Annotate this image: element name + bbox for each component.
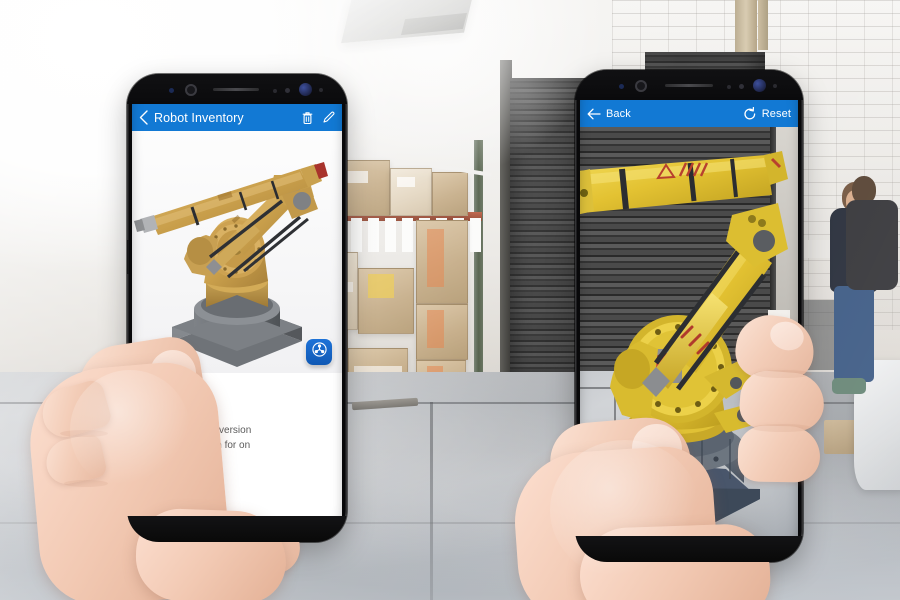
proximity-sensor-icon bbox=[619, 84, 624, 89]
ar-cube-icon bbox=[311, 342, 327, 362]
cardboard-box bbox=[416, 220, 468, 304]
phone-right-bottom-bezel bbox=[575, 536, 803, 562]
camera-icon bbox=[678, 516, 700, 536]
ar-camera-view[interactable] bbox=[580, 127, 798, 536]
sensor-dot-icon bbox=[739, 84, 744, 89]
sensor-dot-icon bbox=[727, 85, 731, 89]
reset-label[interactable]: Reset bbox=[762, 108, 791, 120]
page-title: Robot Inventory bbox=[154, 110, 244, 125]
overview-description: This is the latest version of the roboti… bbox=[144, 425, 252, 466]
arrow-left-icon[interactable] bbox=[587, 108, 601, 120]
volume-button[interactable] bbox=[127, 240, 129, 274]
chevron-left-icon[interactable] bbox=[139, 110, 148, 125]
sensor-dot-icon bbox=[773, 84, 777, 88]
phone-right-top-bezel bbox=[575, 70, 803, 100]
ceiling-beam-secondary bbox=[758, 0, 768, 50]
front-camera-icon bbox=[753, 79, 766, 92]
proximity-sensor-icon bbox=[169, 88, 174, 93]
earpiece-speaker bbox=[213, 88, 259, 91]
yellow-carton bbox=[368, 274, 394, 298]
product-title: k VII bbox=[144, 381, 168, 393]
earpiece-speaker bbox=[665, 84, 713, 87]
phone-left-top-bezel bbox=[127, 74, 347, 104]
front-camera-icon bbox=[299, 83, 312, 96]
ar-placed-robot-arm bbox=[580, 151, 792, 531]
industrial-robot-arm-model bbox=[134, 162, 328, 367]
pencil-icon[interactable] bbox=[322, 111, 335, 124]
phone-right[interactable]: Back Reset bbox=[575, 70, 803, 562]
background-person-back bbox=[846, 176, 900, 356]
phone-left[interactable]: Robot Inventory k VII Overview This is t… bbox=[127, 74, 347, 542]
cardboard-box bbox=[416, 304, 468, 360]
phone-left-screen[interactable]: Robot Inventory k VII Overview This is t… bbox=[132, 104, 342, 516]
overview-heading: Overview bbox=[144, 406, 188, 418]
phone-left-bottom-bezel bbox=[127, 516, 347, 542]
sensor-dot-icon bbox=[273, 89, 277, 93]
trash-icon[interactable] bbox=[302, 111, 313, 125]
phone-right-screen[interactable]: Back Reset bbox=[580, 100, 798, 536]
model-viewer-stage[interactable] bbox=[132, 131, 342, 373]
back-label[interactable]: Back bbox=[606, 108, 631, 120]
ar-view-button[interactable] bbox=[306, 339, 332, 365]
iris-scanner-icon bbox=[185, 84, 197, 96]
product-detail-pane: k VII Overview This is the latest versio… bbox=[132, 373, 342, 516]
reset-arrow-icon[interactable] bbox=[743, 106, 757, 121]
sensor-dot-icon bbox=[285, 88, 290, 93]
app-header-bar: Robot Inventory bbox=[132, 104, 342, 131]
iris-scanner-icon bbox=[635, 80, 647, 92]
ar-header-bar: Back Reset bbox=[580, 100, 798, 127]
sensor-dot-icon bbox=[319, 88, 323, 92]
